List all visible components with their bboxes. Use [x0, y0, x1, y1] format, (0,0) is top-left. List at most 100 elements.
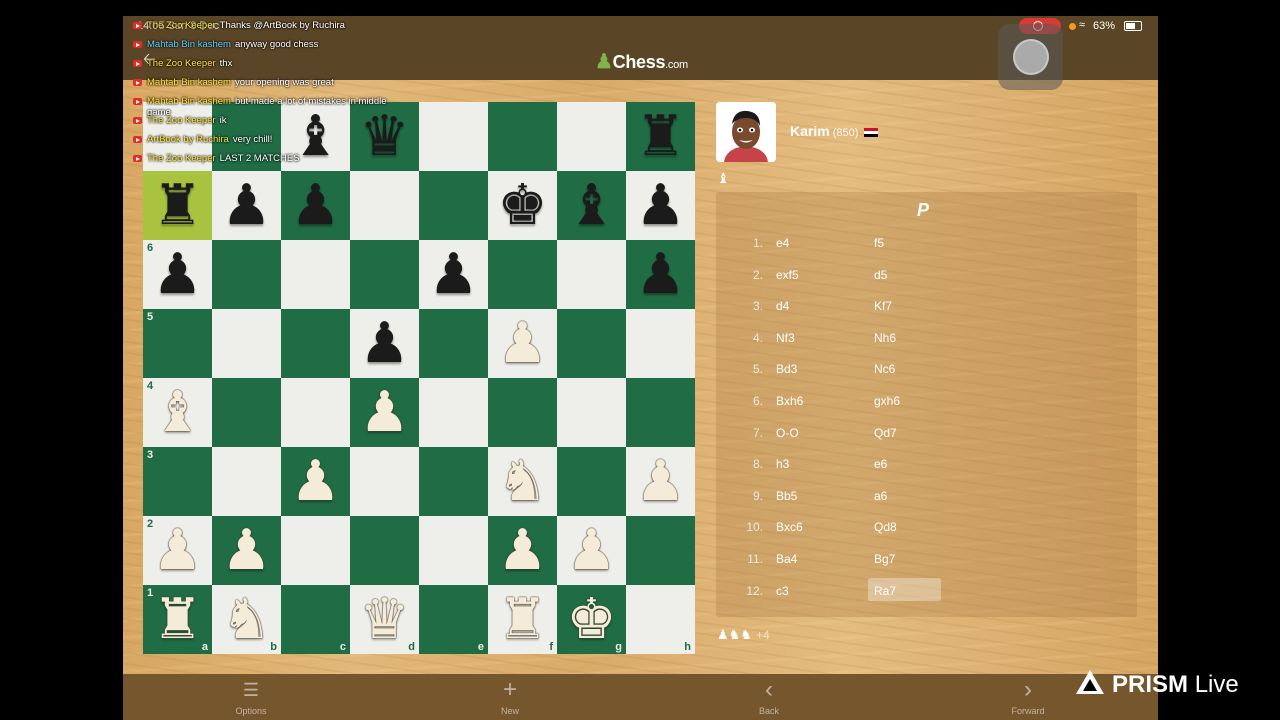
square-g8[interactable]: [557, 102, 626, 171]
square-f3[interactable]: ♞: [488, 447, 557, 516]
white-move[interactable]: Bxc6: [776, 520, 803, 534]
back-button[interactable]: ‹ Back: [724, 674, 814, 720]
square-d2[interactable]: [350, 516, 419, 585]
white-move[interactable]: O-O: [776, 426, 799, 440]
square-g4[interactable]: [557, 378, 626, 447]
square-b6[interactable]: [212, 240, 281, 309]
square-e2[interactable]: [419, 516, 488, 585]
white-move[interactable]: c3: [776, 584, 789, 598]
white-move[interactable]: Bxh6: [776, 394, 803, 408]
square-e7[interactable]: [419, 171, 488, 240]
square-b5[interactable]: [212, 309, 281, 378]
square-f2[interactable]: ♟: [488, 516, 557, 585]
white-pawn-icon[interactable]: ♟: [281, 447, 350, 516]
square-b3[interactable]: [212, 447, 281, 516]
square-h5[interactable]: [626, 309, 695, 378]
square-d1[interactable]: ♛ d: [350, 585, 419, 654]
square-b2[interactable]: ♟: [212, 516, 281, 585]
square-f5[interactable]: ♟: [488, 309, 557, 378]
white-move[interactable]: exf5: [776, 268, 799, 282]
square-c2[interactable]: [281, 516, 350, 585]
square-d3[interactable]: [350, 447, 419, 516]
square-g2[interactable]: ♟: [557, 516, 626, 585]
black-move[interactable]: Qd8: [868, 514, 941, 537]
square-d6[interactable]: [350, 240, 419, 309]
black-king-icon[interactable]: ♚: [488, 171, 557, 240]
square-g3[interactable]: [557, 447, 626, 516]
square-h8[interactable]: ♜: [626, 102, 695, 171]
black-move[interactable]: Ra7: [868, 577, 941, 601]
square-g7[interactable]: ♝: [557, 171, 626, 240]
square-e1[interactable]: e: [419, 585, 488, 654]
white-knight-icon[interactable]: ♞: [488, 447, 557, 516]
white-move[interactable]: Bd3: [776, 362, 797, 376]
options-button[interactable]: ☰ Options: [206, 674, 296, 720]
white-pawn-icon[interactable]: ♟: [350, 378, 419, 447]
new-game-button[interactable]: + New: [465, 674, 555, 720]
black-move[interactable]: d5: [868, 262, 941, 285]
square-f7[interactable]: ♚: [488, 171, 557, 240]
white-bishop-icon[interactable]: ♝: [143, 378, 212, 447]
square-d7[interactable]: [350, 171, 419, 240]
white-move[interactable]: e4: [776, 236, 789, 250]
square-h2[interactable]: [626, 516, 695, 585]
square-h1[interactable]: h: [626, 585, 695, 654]
opening-book-icon[interactable]: P: [917, 200, 929, 221]
move-list-panel[interactable]: P 1. e4 f5 2. exf5 d5 3. d4 Kf7 4. Nf3 Nh6 5. Bd3 Nc6 6…: [716, 192, 1137, 617]
square-c5[interactable]: [281, 309, 350, 378]
black-move[interactable]: Kf7: [868, 293, 941, 316]
black-rook-icon[interactable]: ♜: [143, 171, 212, 240]
square-h4[interactable]: [626, 378, 695, 447]
square-a4[interactable]: ♝ 4: [143, 378, 212, 447]
square-f6[interactable]: [488, 240, 557, 309]
square-g5[interactable]: [557, 309, 626, 378]
square-h6[interactable]: ♟: [626, 240, 695, 309]
white-move[interactable]: Bb5: [776, 489, 797, 503]
square-b7[interactable]: ♟: [212, 171, 281, 240]
square-e4[interactable]: [419, 378, 488, 447]
white-pawn-icon[interactable]: ♟: [212, 516, 281, 585]
opponent-name[interactable]: Karim (850): [790, 123, 879, 139]
black-move[interactable]: Nc6: [868, 356, 941, 379]
square-b1[interactable]: ♞ b: [212, 585, 281, 654]
square-g1[interactable]: ♚ g: [557, 585, 626, 654]
square-h7[interactable]: ♟: [626, 171, 695, 240]
white-move[interactable]: Ba4: [776, 552, 797, 566]
opponent-avatar[interactable]: [716, 102, 776, 162]
square-a3[interactable]: 3: [143, 447, 212, 516]
square-a2[interactable]: ♟ 2: [143, 516, 212, 585]
black-pawn-icon[interactable]: ♟: [626, 171, 695, 240]
square-f8[interactable]: [488, 102, 557, 171]
black-pawn-icon[interactable]: ♟: [143, 240, 212, 309]
chess-board[interactable]: ♝ ♛ ♜ ♜ ♟ ♟ ♚ ♝ ♟ ♟ 6 ♟ ♟ 5 ♟ ♟ ♝ 4 ♟ 3 ♟ ♞ ♟ ♟ 2 ♟ ♟ ♟ ♜ 1 a ♞ b c ♛ d e ♜ f ♚…: [143, 102, 695, 654]
black-move[interactable]: f5: [868, 230, 941, 253]
square-h3[interactable]: ♟: [626, 447, 695, 516]
black-move[interactable]: Bg7: [868, 546, 941, 569]
forward-button[interactable]: › Forward: [983, 674, 1073, 720]
square-c1[interactable]: c: [281, 585, 350, 654]
black-pawn-icon[interactable]: ♟: [350, 309, 419, 378]
white-pawn-icon[interactable]: ♟: [557, 516, 626, 585]
square-e6[interactable]: ♟: [419, 240, 488, 309]
black-pawn-icon[interactable]: ♟: [419, 240, 488, 309]
square-c3[interactable]: ♟: [281, 447, 350, 516]
black-pawn-icon[interactable]: ♟: [281, 171, 350, 240]
square-f4[interactable]: [488, 378, 557, 447]
square-b4[interactable]: [212, 378, 281, 447]
square-d5[interactable]: ♟: [350, 309, 419, 378]
square-c6[interactable]: [281, 240, 350, 309]
white-move[interactable]: d4: [776, 299, 789, 313]
square-g6[interactable]: [557, 240, 626, 309]
white-pawn-icon[interactable]: ♟: [488, 516, 557, 585]
black-move[interactable]: e6: [868, 451, 941, 474]
black-bishop-icon[interactable]: ♝: [557, 171, 626, 240]
square-e3[interactable]: [419, 447, 488, 516]
black-move[interactable]: Qd7: [868, 420, 941, 443]
square-e5[interactable]: [419, 309, 488, 378]
square-e8[interactable]: [419, 102, 488, 171]
square-d4[interactable]: ♟: [350, 378, 419, 447]
square-a5[interactable]: 5: [143, 309, 212, 378]
white-pawn-icon[interactable]: ♟: [488, 309, 557, 378]
square-f1[interactable]: ♜ f: [488, 585, 557, 654]
square-c4[interactable]: [281, 378, 350, 447]
